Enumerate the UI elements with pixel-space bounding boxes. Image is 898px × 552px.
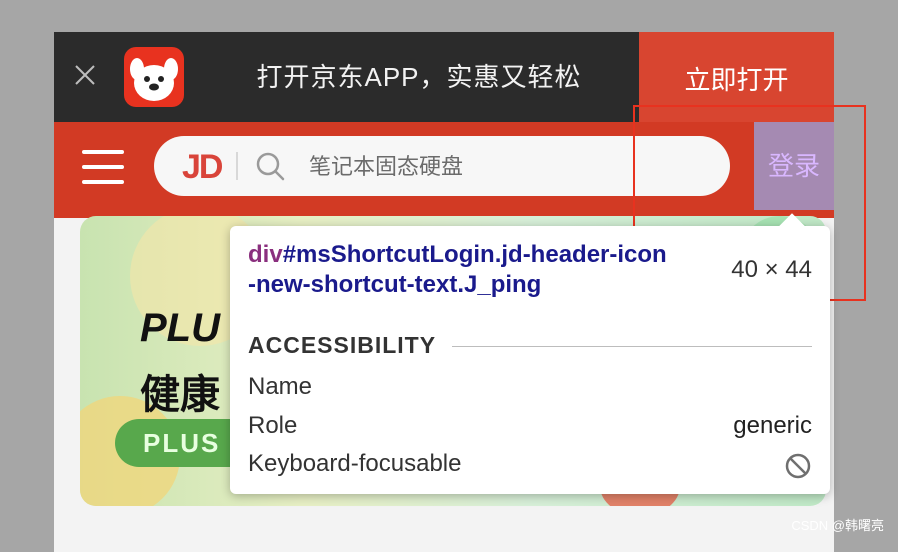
section-divider bbox=[452, 346, 812, 347]
selector-class-cont: -new-shortcut-text.J_ping bbox=[248, 271, 542, 298]
jd-dog-logo-icon bbox=[124, 47, 184, 107]
selector-tag: div bbox=[248, 241, 283, 268]
hamburger-menu-icon[interactable] bbox=[82, 148, 124, 186]
close-icon[interactable] bbox=[74, 64, 96, 86]
row-value: generic bbox=[733, 412, 812, 439]
banner-text: 打开京东APP，实惠又轻松 bbox=[256, 62, 582, 92]
accessibility-row-focusable: Keyboard-focusable bbox=[248, 450, 812, 486]
jd-brand-mark: JD bbox=[182, 148, 223, 186]
promo-subtitle: 健康 bbox=[140, 373, 220, 417]
watermark: CSDN @韩曙亮 bbox=[791, 518, 884, 533]
accessibility-row-name: Name bbox=[248, 373, 812, 409]
search-placeholder: 笔记本固态硬盘 bbox=[309, 154, 464, 179]
element-selector: div#msShortcutLogin.jd-header-icon -new-… bbox=[248, 240, 718, 300]
row-label: Role bbox=[248, 412, 298, 439]
search-divider bbox=[236, 152, 238, 180]
row-label: Keyboard-focusable bbox=[248, 450, 462, 477]
row-label: Name bbox=[248, 373, 313, 400]
not-focusable-icon bbox=[785, 453, 811, 479]
search-icon bbox=[256, 152, 285, 181]
accessibility-row-role: Role generic bbox=[248, 412, 812, 448]
accessibility-heading: ACCESSIBILITY bbox=[248, 332, 437, 358]
selector-id-class: #msShortcutLogin.jd-header-icon bbox=[282, 241, 667, 268]
element-size: 40 × 44 bbox=[731, 256, 812, 283]
promo-title: PLU bbox=[140, 306, 220, 350]
devtools-inspect-tooltip: div#msShortcutLogin.jd-header-icon -new-… bbox=[230, 213, 830, 494]
